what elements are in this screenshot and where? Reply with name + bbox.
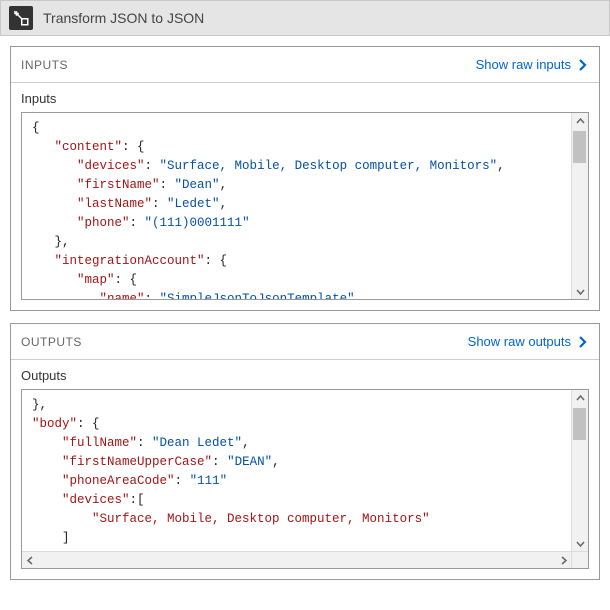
- scroll-thumb[interactable]: [573, 408, 586, 440]
- outputs-heading: OUTPUTS: [21, 335, 82, 349]
- title-text: Transform JSON to JSON: [43, 10, 204, 26]
- show-raw-inputs-link[interactable]: Show raw inputs: [476, 57, 589, 72]
- outputs-panel-header: OUTPUTS Show raw outputs: [11, 324, 599, 360]
- scroll-up-icon[interactable]: [572, 390, 588, 406]
- scroll-left-icon[interactable]: [22, 556, 38, 565]
- outputs-panel-body: Outputs }, "body": { "fullName": "Dean L…: [11, 360, 599, 579]
- scroll-thumb[interactable]: [573, 131, 586, 163]
- outputs-vertical-scrollbar[interactable]: [571, 390, 588, 551]
- inputs-panel-body: Inputs { "content": { "devices": "Surfac…: [11, 83, 599, 310]
- inputs-sublabel: Inputs: [21, 91, 589, 106]
- outputs-code-box: }, "body": { "fullName": "Dean Ledet", "…: [21, 389, 589, 569]
- show-raw-inputs-label: Show raw inputs: [476, 57, 571, 72]
- scroll-right-icon[interactable]: [555, 556, 571, 565]
- inputs-panel-header: INPUTS Show raw inputs: [11, 47, 599, 83]
- inputs-heading: INPUTS: [21, 58, 68, 72]
- transform-icon: [9, 6, 33, 30]
- scroll-corner: [571, 551, 588, 568]
- inputs-vertical-scrollbar[interactable]: [571, 113, 588, 299]
- outputs-panel: OUTPUTS Show raw outputs Outputs }, "bod…: [10, 323, 600, 580]
- inputs-code-content: { "content": { "devices": "Surface, Mobi…: [22, 113, 588, 300]
- inputs-panel: INPUTS Show raw inputs Inputs { "content…: [10, 46, 600, 311]
- scroll-down-icon[interactable]: [572, 535, 588, 551]
- scroll-down-icon[interactable]: [572, 283, 588, 299]
- title-bar: Transform JSON to JSON: [0, 0, 610, 36]
- show-raw-outputs-label: Show raw outputs: [468, 334, 571, 349]
- outputs-code-content: }, "body": { "fullName": "Dean Ledet", "…: [22, 390, 588, 554]
- chevron-right-icon: [577, 335, 589, 349]
- inputs-code-box: { "content": { "devices": "Surface, Mobi…: [21, 112, 589, 300]
- scroll-up-icon[interactable]: [572, 113, 588, 129]
- show-raw-outputs-link[interactable]: Show raw outputs: [468, 334, 589, 349]
- content-area: INPUTS Show raw inputs Inputs { "content…: [0, 36, 610, 580]
- chevron-right-icon: [577, 58, 589, 72]
- outputs-sublabel: Outputs: [21, 368, 589, 383]
- outputs-horizontal-scrollbar[interactable]: [22, 551, 571, 568]
